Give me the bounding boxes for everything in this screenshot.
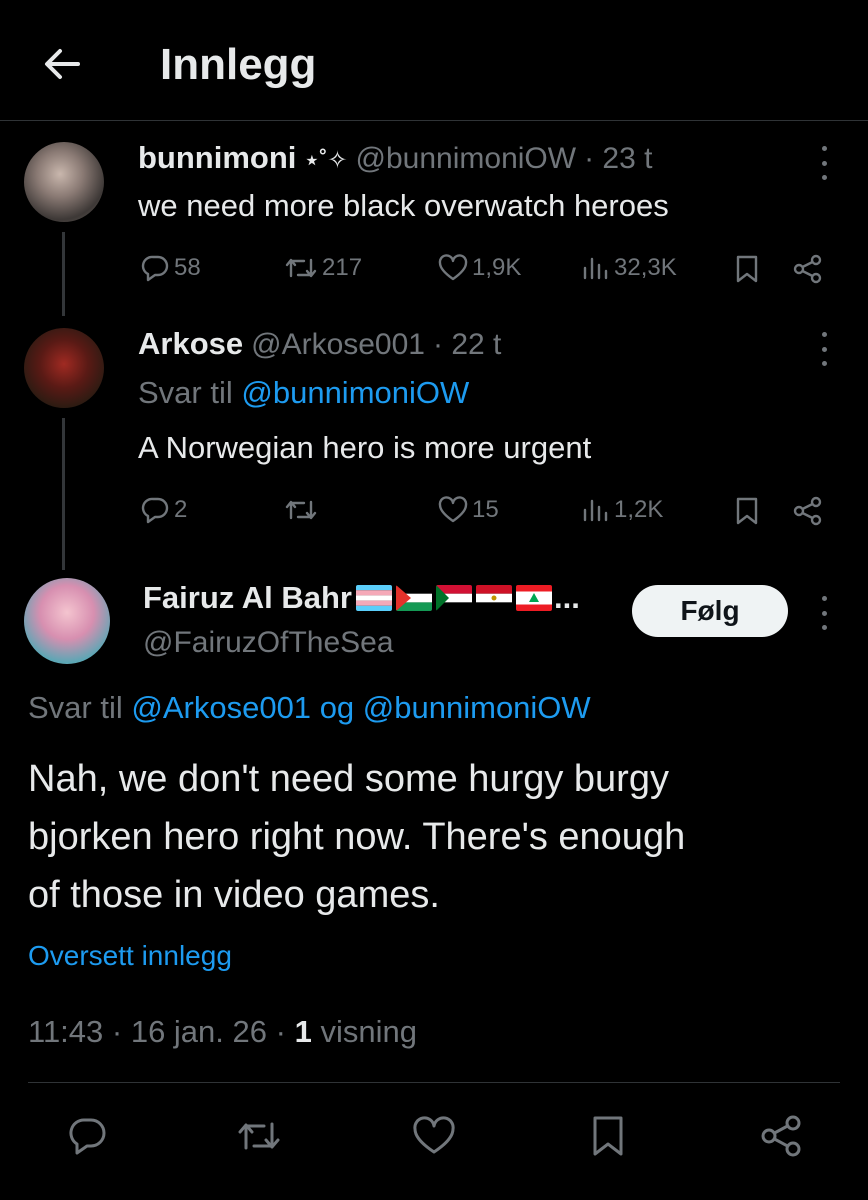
tweet-text: we need more black overwatch heroes: [138, 188, 669, 223]
avatar-arkose[interactable]: [24, 328, 104, 408]
top-bar: Innlegg: [0, 0, 868, 120]
thread-line: [62, 418, 65, 570]
timestamp-row: 11:43 · 16 jan. 26 · 1 visning: [28, 1014, 417, 1050]
translate-link[interactable]: Oversett innlegg: [28, 940, 232, 972]
follow-button[interactable]: Følg: [632, 585, 788, 637]
page-title: Innlegg: [160, 40, 317, 89]
reply-icon[interactable]: [66, 1116, 108, 1161]
bookmark-icon[interactable]: [590, 1114, 626, 1163]
trans-flag-icon: [356, 585, 392, 611]
heart-icon: [438, 496, 468, 523]
thread-line: [62, 232, 65, 316]
tweet-1-header: bunnimoni ⋆˚✧ @bunnimoniOW · 23 t: [138, 140, 652, 176]
author-handle[interactable]: @FairuzOfTheSea: [143, 626, 394, 660]
like-count: 1,9K: [472, 254, 522, 281]
view-count: 1: [294, 1014, 312, 1049]
like-button[interactable]: 1,9K: [438, 254, 521, 282]
bookmark-icon[interactable]: [734, 254, 760, 289]
avatar-fairuz[interactable]: [24, 578, 110, 664]
reply-prefix: Svar til: [138, 375, 233, 410]
reply-icon: [141, 497, 169, 524]
author-name-symbols: ⋆˚✧: [304, 147, 348, 174]
name-ellipsis: ...: [554, 580, 580, 615]
share-icon[interactable]: [792, 254, 824, 289]
tweet-line: of those in video games.: [28, 874, 440, 916]
more-options-icon[interactable]: [819, 146, 829, 180]
more-options-icon[interactable]: [819, 596, 829, 630]
palestine-flag-icon: [396, 585, 432, 611]
views-icon: [583, 257, 608, 280]
tweet-line: bjorken hero right now. There's enough: [28, 816, 686, 858]
views-count: 1,2K: [614, 496, 664, 523]
egypt-flag-icon: [476, 585, 512, 611]
back-arrow-icon[interactable]: [40, 42, 84, 86]
reply-to-link[interactable]: @bunnimoniOW: [363, 690, 591, 725]
action-divider: [28, 1082, 840, 1083]
header-divider: [0, 120, 868, 121]
share-icon[interactable]: [792, 496, 824, 531]
bookmark-icon[interactable]: [734, 496, 760, 531]
author-name[interactable]: Arkose: [138, 326, 243, 362]
reply-icon: [141, 255, 169, 282]
like-count: 15: [472, 496, 499, 523]
more-options-icon[interactable]: [819, 332, 829, 366]
view-label: visning: [320, 1014, 417, 1049]
reply-to-link[interactable]: @Arkose001: [131, 690, 311, 725]
repost-icon: [285, 258, 317, 278]
author-handle[interactable]: @Arkose001: [251, 328, 425, 362]
heart-icon[interactable]: [412, 1116, 456, 1161]
author-name[interactable]: Fairuz Al Bahr: [143, 580, 352, 616]
views-icon: [583, 499, 608, 522]
repost-button[interactable]: 217: [284, 254, 362, 282]
main-tweet-text: Nah, we don't need some hurgy burgy bjor…: [28, 750, 685, 924]
views-button[interactable]: 32,3K: [580, 254, 677, 282]
repost-icon: [285, 500, 317, 520]
reply-button[interactable]: 2: [140, 496, 187, 524]
lebanon-flag-icon: [516, 585, 552, 611]
reply-count: 58: [174, 254, 201, 281]
reply-count: 2: [174, 496, 188, 523]
avatar-bunnimoni[interactable]: [24, 142, 104, 222]
author-name[interactable]: bunnimoni: [138, 140, 296, 176]
views-count: 32,3K: [614, 254, 677, 281]
tweet-text: A Norwegian hero is more urgent: [138, 430, 592, 465]
views-button[interactable]: 1,2K: [580, 496, 663, 524]
timestamp[interactable]: 11:43 · 16 jan. 26 ·: [28, 1014, 286, 1049]
reply-context: Svar til @Arkose001 og @bunnimoniOW: [28, 690, 591, 726]
main-author-row: Fairuz Al Bahr ...: [143, 580, 580, 616]
tweet-time[interactable]: · 23 t: [584, 142, 652, 176]
tweet-2-header: Arkose @Arkose001 · 22 t: [138, 326, 501, 362]
reply-and: og: [319, 690, 355, 725]
reply-context: Svar til @bunnimoniOW: [138, 375, 469, 411]
like-button[interactable]: 15: [438, 496, 499, 524]
repost-button[interactable]: [284, 496, 322, 524]
reply-prefix: Svar til: [28, 690, 123, 725]
reply-button[interactable]: 58: [140, 254, 201, 282]
repost-count: 217: [322, 254, 363, 281]
tweet-time[interactable]: · 22 t: [433, 328, 501, 362]
heart-icon: [438, 254, 468, 281]
share-icon[interactable]: [760, 1114, 804, 1163]
repost-icon[interactable]: [236, 1116, 282, 1161]
reply-to-link[interactable]: @bunnimoniOW: [241, 375, 469, 410]
author-handle[interactable]: @bunnimoniOW: [356, 142, 577, 176]
tweet-line: Nah, we don't need some hurgy burgy: [28, 758, 669, 800]
sudan-flag-icon: [436, 585, 472, 611]
